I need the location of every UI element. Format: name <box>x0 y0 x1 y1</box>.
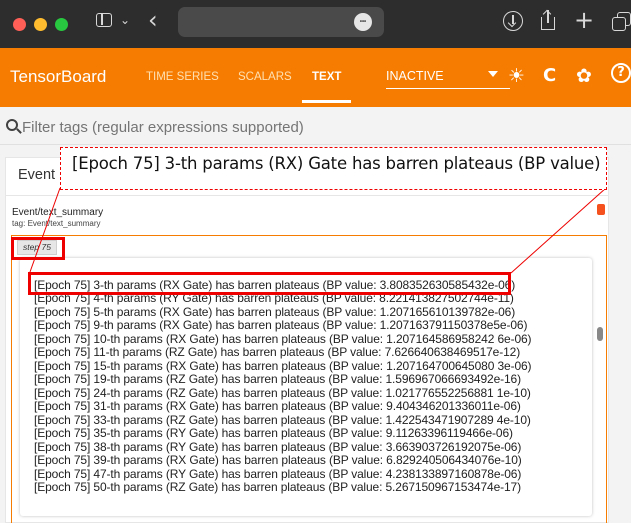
callout-text: [Epoch 75] 3-th params (RX) Gate has bar… <box>72 154 601 173</box>
annotation-connectors <box>29 187 607 274</box>
connector-left-line <box>29 187 61 273</box>
screenshot-root: ⌄ ‹ ••• + TensorBoard TIME SERIES SCALAR… <box>0 0 631 523</box>
connector-right-line <box>510 187 607 274</box>
